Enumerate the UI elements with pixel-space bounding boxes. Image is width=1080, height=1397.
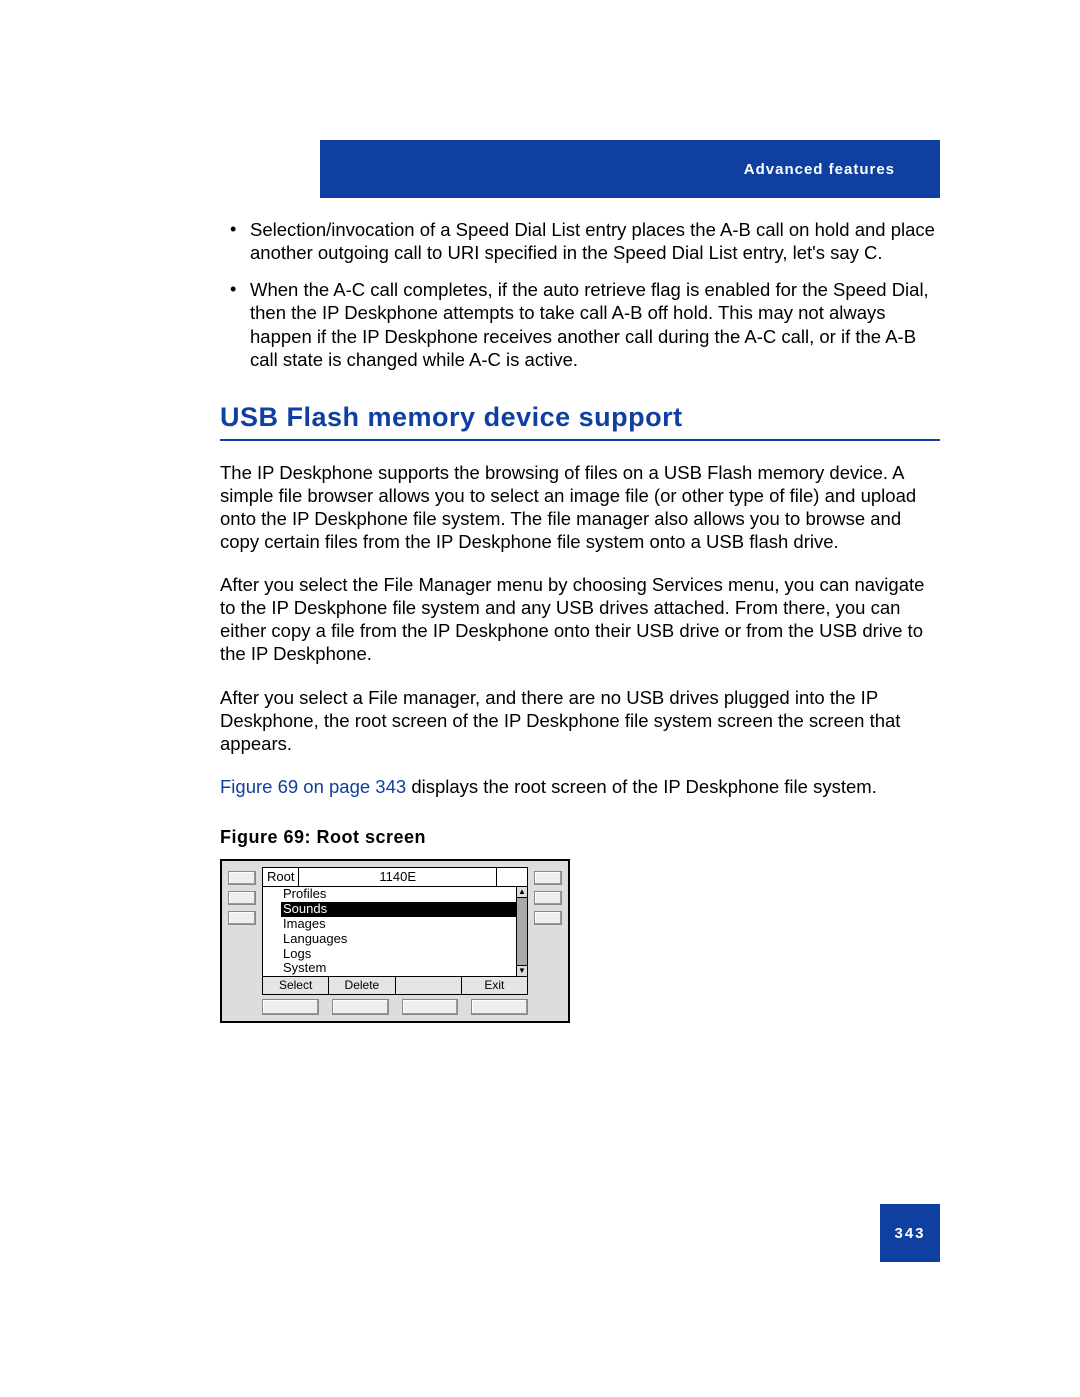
scrollbar[interactable]: ▲ ▼: [516, 887, 527, 977]
list-item[interactable]: Profiles: [281, 887, 516, 902]
cross-reference-link[interactable]: Figure 69 on page 343: [220, 776, 406, 797]
list-item[interactable]: Languages: [281, 932, 516, 947]
softkey-exit[interactable]: Exit: [462, 977, 527, 994]
screen-title: Root: [263, 868, 299, 886]
softkey-delete[interactable]: Delete: [329, 977, 395, 994]
hardware-softkey[interactable]: [471, 999, 528, 1015]
page-number: 343: [880, 1204, 940, 1262]
hardware-softkey[interactable]: [332, 999, 389, 1015]
screen-title-spacer: [497, 868, 527, 886]
device-figure: Root 1140E Profiles Sounds Images Langua…: [220, 859, 570, 1024]
hardware-softkey[interactable]: [262, 999, 319, 1015]
section-heading: USB Flash memory device support: [220, 401, 940, 441]
paragraph: After you select a File manager, and the…: [220, 686, 940, 755]
hardware-softkey-row: [228, 999, 562, 1015]
content-area: Selection/invocation of a Speed Dial Lis…: [220, 218, 940, 1023]
side-button[interactable]: [228, 911, 256, 925]
hardware-softkey[interactable]: [402, 999, 459, 1015]
bullet-list: Selection/invocation of a Speed Dial Lis…: [220, 218, 940, 371]
paragraph: Figure 69 on page 343 displays the root …: [220, 775, 940, 798]
side-button[interactable]: [534, 911, 562, 925]
left-side-buttons: [228, 867, 256, 996]
scroll-down-icon[interactable]: ▼: [517, 965, 527, 976]
header-band: Advanced features: [320, 140, 940, 198]
right-side-buttons: [534, 867, 562, 996]
screen-titlebar: Root 1140E: [263, 868, 527, 887]
bullet-item: Selection/invocation of a Speed Dial Lis…: [220, 218, 940, 264]
side-button[interactable]: [534, 871, 562, 885]
paragraph: The IP Deskphone supports the browsing o…: [220, 461, 940, 554]
file-list: Profiles Sounds Images Languages Logs Sy…: [263, 887, 516, 977]
device-screen: Root 1140E Profiles Sounds Images Langua…: [262, 867, 528, 996]
figure-caption: Figure 69: Root screen: [220, 826, 940, 849]
paragraph-tail: displays the root screen of the IP Deskp…: [406, 776, 877, 797]
header-section-label: Advanced features: [744, 161, 895, 178]
side-button[interactable]: [228, 891, 256, 905]
softkey-select[interactable]: Select: [263, 977, 329, 994]
list-item[interactable]: Images: [281, 917, 516, 932]
list-item[interactable]: Logs: [281, 947, 516, 962]
list-item[interactable]: System: [281, 961, 516, 976]
softkey-empty[interactable]: [396, 977, 462, 994]
screen-softkey-row: Select Delete Exit: [263, 976, 527, 994]
scroll-up-icon[interactable]: ▲: [517, 887, 527, 898]
scroll-track[interactable]: [517, 898, 527, 966]
list-item-selected[interactable]: Sounds: [281, 902, 516, 917]
side-button[interactable]: [228, 871, 256, 885]
paragraph: After you select the File Manager menu b…: [220, 573, 940, 666]
screen-model: 1140E: [299, 868, 497, 886]
bullet-item: When the A-C call completes, if the auto…: [220, 278, 940, 371]
side-button[interactable]: [534, 891, 562, 905]
